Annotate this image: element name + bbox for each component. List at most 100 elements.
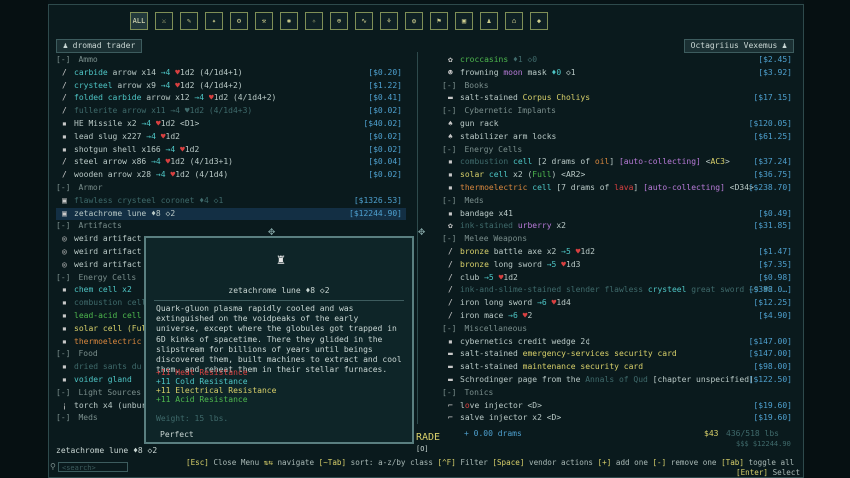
item-name: iron long sword →6 ♥1d4 — [460, 298, 571, 308]
collapse-toggle[interactable]: [-] — [442, 81, 456, 90]
esc-key[interactable]: [Esc] — [186, 458, 209, 467]
list-item[interactable]: ♠ gun rack [$120.05] — [442, 118, 796, 131]
item-name: ink-and-slime-stained slender flawless c… — [460, 285, 774, 295]
select-label: Select — [772, 468, 801, 477]
collapse-toggle[interactable]: [-] — [442, 145, 456, 154]
search-icon: ⚲ — [50, 462, 56, 471]
collapse-toggle[interactable]: [-] — [56, 349, 70, 358]
list-item[interactable]: ▪ solar cell x2 (Full) <AR2> [$36.75] — [442, 169, 796, 182]
collapse-toggle[interactable]: [-] — [56, 388, 70, 397]
list-item[interactable]: ▪ combustion cell [2 drams of oil] [auto-… — [442, 156, 796, 169]
category-tab-13[interactable]: ▣ — [455, 12, 473, 30]
list-item[interactable]: / carbide arrow x14 →4 ♥1d2 (4/1d4+1) [$0.… — [56, 67, 406, 80]
list-item[interactable]: ▬ salt-stained emergency-services securit… — [442, 348, 796, 361]
category-tab-15[interactable]: ⌂ — [505, 12, 523, 30]
category-tab-3[interactable]: ✦ — [205, 12, 223, 30]
list-item[interactable]: / bronze long sword →5 ♥1d3 [$7.35] — [442, 259, 796, 272]
collapse-toggle[interactable]: [-] — [442, 388, 456, 397]
category-header[interactable]: [-] Miscellaneous — [442, 323, 796, 336]
toggle-all-key[interactable]: [Tab] — [721, 458, 744, 467]
list-item[interactable]: ⌐ salve injector x2 <D> [$19.60] — [442, 412, 796, 422]
category-tab-11[interactable]: ❂ — [405, 12, 423, 30]
collapse-toggle[interactable]: [-] — [56, 273, 70, 282]
category-tab-12[interactable]: ⚑ — [430, 12, 448, 30]
list-item[interactable]: / iron long sword →6 ♥1d4 [$12.25] — [442, 297, 796, 310]
list-item[interactable]: / wooden arrow x28 →4 ♥1d2 (4/1d4) [$0.02] — [56, 169, 406, 182]
vendor-key[interactable]: [Space] — [492, 458, 524, 467]
list-item[interactable]: / club →5 ♥1d2 [$0.98] — [442, 272, 796, 285]
category-header[interactable]: [-] Energy Cells — [442, 144, 796, 157]
list-item[interactable]: / fullerite arrow x11 →4 ♥1d2 (4/1d4+3) [$… — [56, 105, 406, 118]
category-label: Meds — [78, 413, 98, 422]
add-one-key[interactable]: [+] — [598, 458, 612, 467]
collapse-toggle[interactable]: [-] — [56, 55, 70, 64]
list-item[interactable]: / crysteel arrow x9 →4 ♥1d2 (4/1d4+2) [$1.… — [56, 80, 406, 93]
list-item[interactable]: / steel arrow x86 →4 ♥1d2 (4/1d3+1) [$0.04… — [56, 156, 406, 169]
collapse-toggle[interactable]: [-] — [442, 324, 456, 333]
search-input[interactable]: <search> — [58, 462, 128, 472]
category-tab-5[interactable]: ⚒ — [255, 12, 273, 30]
list-item[interactable]: / iron mace →6 ♥2 [$4.90] — [442, 310, 796, 323]
category-header[interactable]: [-] Artifacts — [56, 220, 406, 233]
category-tab-14[interactable]: ♟ — [480, 12, 498, 30]
category-tab-2[interactable]: ✎ — [180, 12, 198, 30]
category-header[interactable]: [-] Armor — [56, 182, 406, 195]
remove-one-key[interactable]: [-] — [652, 458, 666, 467]
collapse-toggle[interactable]: [-] — [442, 106, 456, 115]
collapse-toggle[interactable]: [-] — [56, 183, 70, 192]
list-item[interactable]: ▪ lead slug x227 →4 ♥1d2 [$0.02] — [56, 131, 406, 144]
list-item[interactable]: ✿ ink-stained urberry x2 [$31.85] — [442, 220, 796, 233]
category-tab-0[interactable]: ALL — [130, 12, 148, 30]
item-icon: ▪ — [62, 144, 67, 154]
list-item[interactable]: ▬ Schrodinger page from the Annals of Qud… — [442, 374, 796, 387]
collapse-toggle[interactable]: [-] — [56, 221, 70, 230]
item-name: lead-acid cell — [74, 310, 142, 320]
item-icon: ⌐ — [448, 400, 453, 410]
category-header[interactable]: [-] Cybernetic Implants — [442, 105, 796, 118]
list-item[interactable]: ▬ salt-stained maintenance security card [… — [442, 361, 796, 374]
list-item[interactable]: ▬ salt-stained Corpus Choliys [$17.15] — [442, 92, 796, 105]
list-item[interactable]: ▪ shotgun shell x166 →4 ♥1d2 [$0.02] — [56, 144, 406, 157]
sort-key[interactable]: [~Tab] — [319, 458, 346, 467]
category-tab-10[interactable]: ⚘ — [380, 12, 398, 30]
category-tab-9[interactable]: ∿ — [355, 12, 373, 30]
list-item[interactable]: ♠ stabilizer arm locks [$61.25] — [442, 131, 796, 144]
list-item[interactable]: / folded carbide arrow x12 →4 ♥1d2 (4/1d4… — [56, 92, 406, 105]
list-item[interactable]: ⌐ love injector <D> [$19.60] — [442, 400, 796, 413]
drams-balance: + 0.00 drams — [464, 429, 522, 438]
category-header[interactable]: [-] Melee Weapons — [442, 233, 796, 246]
item-price: [$0.02] — [368, 170, 402, 180]
category-header[interactable]: [-] Books — [442, 80, 796, 93]
resistance-line: +11 Electrical Resistance — [156, 386, 277, 395]
list-item[interactable]: ▪ HE Missile x2 →4 ♥1d2 <D1> [$40.02] — [56, 118, 406, 131]
category-tab-7[interactable]: ✧ — [305, 12, 323, 30]
list-item[interactable]: ✿ croccasins ♦1 ◇0 [$2.45] — [442, 54, 796, 67]
category-header[interactable]: [-] Tonics — [442, 387, 796, 400]
category-tab-16[interactable]: ◆ — [530, 12, 548, 30]
category-header[interactable]: [-] Meds — [442, 195, 796, 208]
category-tab-6[interactable]: ✱ — [280, 12, 298, 30]
category-tab-4[interactable]: ⚙ — [230, 12, 248, 30]
list-item[interactable]: ▪ thermoelectric cell [7 drams of lava] [… — [442, 182, 796, 195]
item-name: stabilizer arm locks — [460, 131, 557, 141]
list-item[interactable]: / bronze battle axe x2 →5 ♥1d2 [$1.47] — [442, 246, 796, 259]
sort-label[interactable]: sort: a-z/by class — [351, 458, 433, 467]
collapse-toggle[interactable]: [-] — [442, 234, 456, 243]
item-icon: ▪ — [448, 336, 453, 346]
nav-keys-icon: ⇅⇆ — [263, 458, 273, 467]
list-item[interactable]: ▣ flawless crysteel coronet ♦4 ◇1 [$1326.5… — [56, 195, 406, 208]
filter-key[interactable]: [^F] — [438, 458, 456, 467]
enter-key[interactable]: [Enter] — [736, 468, 768, 477]
list-item[interactable]: ▪ cybernetics credit wedge 2¢ [$147.00] — [442, 336, 796, 349]
collapse-toggle[interactable]: [-] — [56, 413, 70, 422]
category-header[interactable]: [-] Ammo — [56, 54, 406, 67]
category-tab-1[interactable]: ⚔ — [155, 12, 173, 30]
list-item[interactable]: ▣ zetachrome lune ♦8 ◇2 [$12244.90] — [56, 207, 406, 221]
collapse-toggle[interactable]: [-] — [442, 196, 456, 205]
list-item[interactable]: ▪ bandage x41 [$0.49] — [442, 208, 796, 221]
list-item[interactable]: ☻ frowning moon mask ♦0 ◇1 [$3.92] — [442, 67, 796, 80]
category-tab-8[interactable]: ⊕ — [330, 12, 348, 30]
item-icon: / — [62, 157, 67, 167]
list-item[interactable]: / ink-and-slime-stained slender flawless … — [442, 284, 796, 297]
item-price: [$120.05] — [748, 118, 792, 128]
